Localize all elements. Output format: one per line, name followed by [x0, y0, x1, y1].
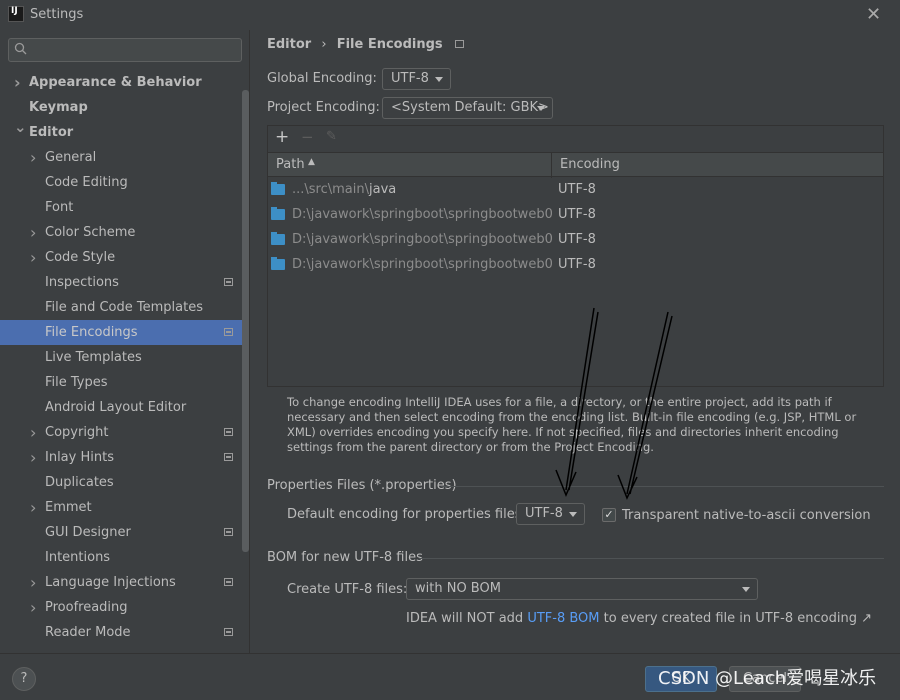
- annotation-arrow-2: [617, 311, 673, 500]
- annotation-arrows: [555, 307, 673, 500]
- help-button[interactable]: ?: [12, 667, 36, 691]
- watermark: CSDN @Leach爱喝星冰乐: [658, 668, 877, 689]
- annotation-arrow-1: [555, 307, 599, 497]
